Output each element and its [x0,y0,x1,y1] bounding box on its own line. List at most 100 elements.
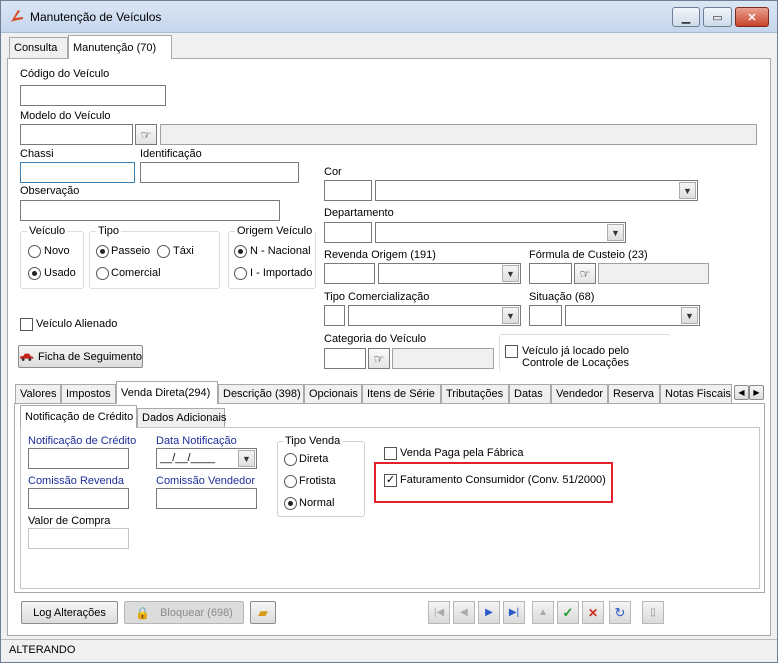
categoria-lookup-button[interactable]: ☞ [368,348,390,369]
tab-notas-fiscais[interactable]: Notas Fiscais [660,384,732,403]
nav-first-button[interactable]: |◀ [428,601,450,624]
subtab-notificacao-credito[interactable]: Notificação de Crédito [20,405,137,428]
modelo-veiculo-label: Modelo do Veículo [20,110,111,122]
data-notificacao-picker[interactable]: __/__/____ ▼ [156,448,257,469]
situacao-select[interactable]: ▼ [565,305,700,326]
valor-compra-label: Valor de Compra [28,515,111,527]
situacao-code-input[interactable] [529,305,562,326]
radio-frotista[interactable] [284,475,297,488]
modelo-lookup-button[interactable]: ☞ [135,124,157,145]
nav-confirm-button[interactable]: ✓ [557,601,579,624]
pointing-hand-icon: ☞ [579,266,591,281]
veiculo-alienado-label: Veículo Alienado [36,318,118,330]
chevron-down-icon[interactable]: ▼ [502,307,519,324]
subtab-dados-adicionais[interactable]: Dados Adicionais [137,408,226,427]
nav-exit-button[interactable]: ▯ [642,601,664,624]
main-window: Manutenção de Veículos ▁ ▭ ✕ Consulta Ma… [0,0,778,663]
prev-record-icon: ◀ [460,607,468,618]
radio-direta[interactable] [284,453,297,466]
categoria-description [392,348,494,369]
status-text: ALTERANDO [9,644,76,656]
tab-tributacoes[interactable]: Tributações [441,384,509,403]
notificacao-credito-input[interactable] [28,448,129,469]
tab-datas[interactable]: Datas [509,384,551,403]
tab-reserva[interactable]: Reserva [608,384,660,403]
tab-venda-direta[interactable]: Venda Direta(294) [116,381,218,404]
veiculo-alienado-checkbox[interactable] [20,318,33,331]
nav-cancel-button[interactable]: ✕ [582,601,604,624]
tipo-comercializacao-select[interactable]: ▼ [348,305,521,326]
comissao-vendedor-label: Comissão Vendedor [156,475,256,487]
formula-lookup-button[interactable]: ☞ [574,263,596,284]
tipo-comercializacao-code-input[interactable] [324,305,345,326]
radio-comercial[interactable] [96,267,109,280]
chevron-down-icon[interactable]: ▼ [607,224,624,241]
departamento-select[interactable]: ▼ [375,222,626,243]
categoria-veiculo-label: Categoria do Veículo [324,333,427,345]
chevron-down-icon[interactable]: ▼ [679,182,696,199]
radio-usado[interactable] [28,267,41,280]
radio-passeio[interactable] [96,245,109,258]
lock-icon: 🔒 [135,605,151,620]
chassi-label: Chassi [20,148,54,160]
chassi-input[interactable] [20,162,135,183]
venda-paga-fabrica-checkbox[interactable] [384,447,397,460]
veiculo-locado-checkbox[interactable] [505,345,518,358]
tab-opcionais[interactable]: Opcionais [304,384,362,403]
chevron-down-icon[interactable]: ▼ [238,450,255,467]
faturamento-consumidor-checkbox[interactable]: ✓ [384,474,397,487]
maximize-button[interactable]: ▭ [703,7,732,27]
nav-last-button[interactable]: ▶| [503,601,525,624]
revenda-origem-select[interactable]: ▼ [378,263,521,284]
nav-refresh-button[interactable]: ↻ [609,601,631,624]
radio-importado[interactable] [234,267,247,280]
tabs-scroll-left[interactable]: ◀ [734,385,749,400]
minimize-button[interactable]: ▁ [672,7,700,27]
tab-consulta[interactable]: Consulta [9,37,68,58]
cor-code-input[interactable] [324,180,372,201]
close-button[interactable]: ✕ [735,7,769,27]
tab-descricao[interactable]: Descrição (398) [218,384,304,403]
arrow-right-icon: ▶ [753,388,760,397]
nav-prev-button[interactable]: ◀ [453,601,475,624]
tab-impostos[interactable]: Impostos [61,384,116,403]
revenda-origem-code-input[interactable] [324,263,375,284]
categoria-code-input[interactable] [324,348,366,369]
tab-valores[interactable]: Valores [15,384,61,403]
radio-comercial-label: Comercial [111,267,161,279]
radio-nacional[interactable] [234,245,247,258]
modelo-description [160,124,757,145]
tab-vendedor[interactable]: Vendedor [551,384,608,403]
nav-edit-button[interactable]: ▲ [532,601,554,624]
veiculo-group: Veículo [20,225,84,289]
comissao-revenda-input[interactable] [28,488,129,509]
close-icon: ✕ [747,11,757,24]
nav-next-button[interactable]: ▶ [478,601,500,624]
departamento-code-input[interactable] [324,222,372,243]
tab-manutencao[interactable]: Manutenção (70) [68,35,172,59]
identificacao-input[interactable] [140,162,299,183]
bloquear-button[interactable]: 🔒 Bloquear (698) [124,601,244,624]
tabs-scroll-right[interactable]: ▶ [749,385,764,400]
chevron-down-icon[interactable]: ▼ [502,265,519,282]
radio-novo[interactable] [28,245,41,258]
radio-normal[interactable] [284,497,297,510]
radio-importado-label: I - Importado [250,267,313,279]
codigo-veiculo-input[interactable] [20,85,166,106]
modelo-veiculo-input[interactable] [20,124,133,145]
comissao-vendedor-input[interactable] [156,488,257,509]
next-record-icon: ▶ [485,607,493,618]
cor-select[interactable]: ▼ [375,180,698,201]
observacao-input[interactable] [20,200,280,221]
open-folder-button[interactable]: ▰ [250,601,276,624]
formula-description [598,263,709,284]
log-alteracoes-button[interactable]: Log Alterações [21,601,118,624]
tab-itens-serie[interactable]: Itens de Série [362,384,441,403]
chevron-down-icon[interactable]: ▼ [681,307,698,324]
formula-custeio-code-input[interactable] [529,263,572,284]
ficha-seguimento-button[interactable]: Ficha de Seguimento [18,345,143,368]
radio-taxi-label: Táxi [173,245,194,257]
radio-taxi[interactable] [157,245,170,258]
tipo-comercializacao-label: Tipo Comercialização [324,291,430,303]
status-bar: ALTERANDO [1,639,777,662]
